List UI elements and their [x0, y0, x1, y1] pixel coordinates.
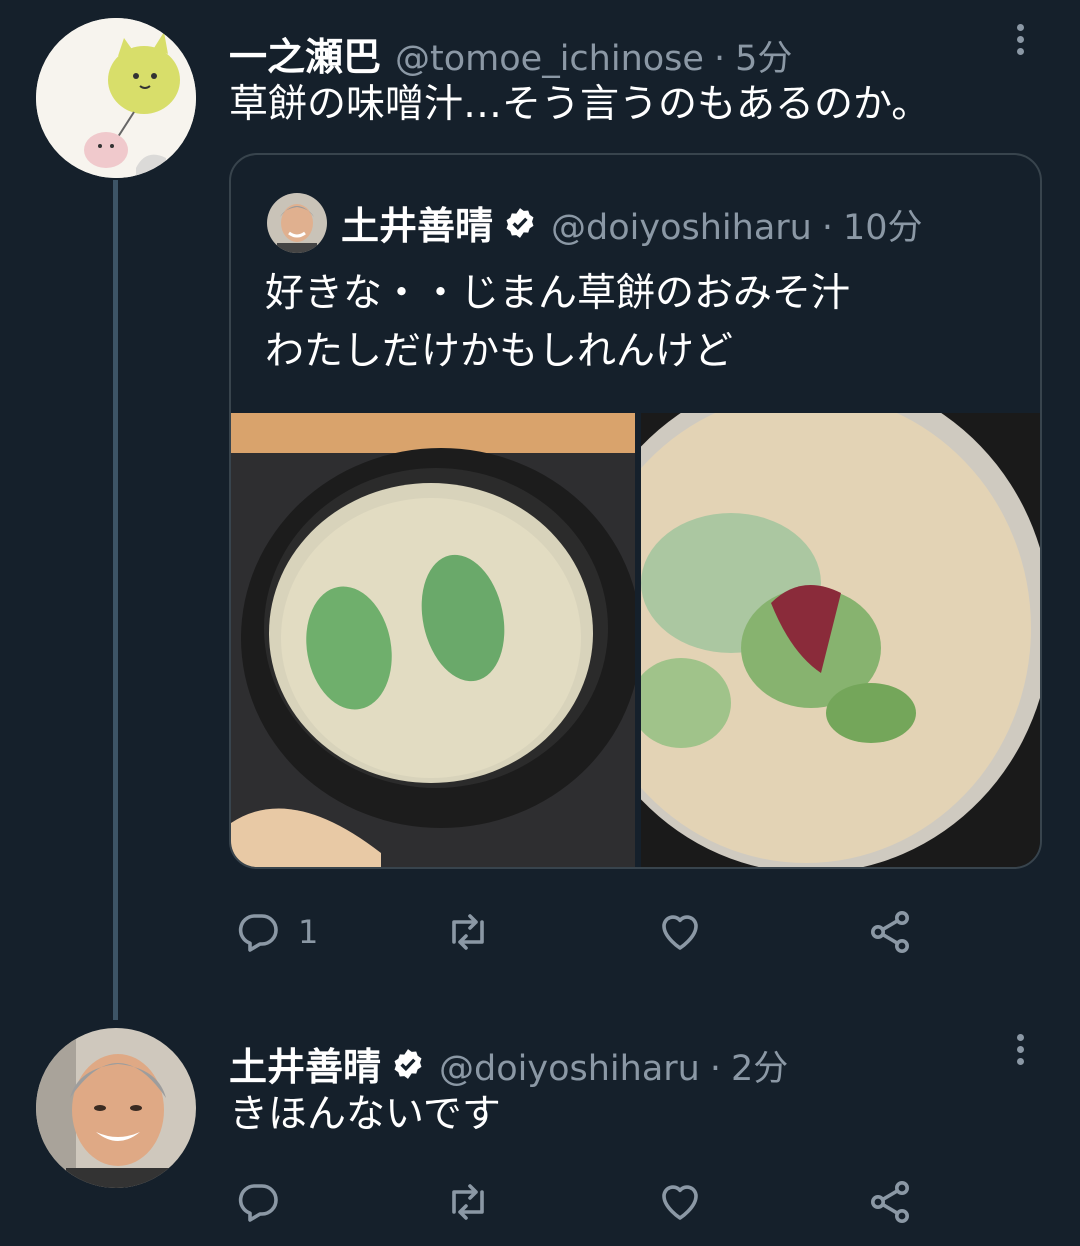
tweet-header: 土井善晴 @doiyoshiharu · 2分 — [229, 1036, 788, 1091]
quoted-text-line: わたしだけかもしれんけど — [265, 329, 734, 374]
reply-icon — [238, 1184, 278, 1222]
heart-icon — [662, 1185, 698, 1220]
verified-badge-icon — [394, 1048, 422, 1079]
timeline: 一之瀬巴 @tomoe_ichinose · 5分 草餅の味噌汁…そう言うのもあ… — [0, 0, 1080, 1246]
share-button[interactable] — [866, 1178, 914, 1226]
quoted-text: 好きな・・じまん草餅のおみそ汁 わたしだけかもしれんけど — [265, 265, 850, 381]
separator-dot: · — [709, 1049, 721, 1089]
quoted-handle[interactable]: @doiyoshiharu — [551, 208, 812, 248]
reply-button[interactable] — [234, 1178, 282, 1226]
avatar[interactable] — [36, 1028, 196, 1188]
tweet-time[interactable]: 5分 — [735, 30, 792, 81]
quoted-avatar-photo — [267, 193, 327, 253]
user-handle[interactable]: @doiyoshiharu — [439, 1049, 700, 1089]
miso-soup-photo — [231, 413, 635, 867]
share-icon — [871, 1181, 909, 1223]
avatar-photo — [36, 1028, 196, 1188]
heart-icon — [662, 915, 698, 950]
separator-dot: · — [713, 39, 726, 79]
verified-badge-icon — [506, 207, 534, 238]
avatar[interactable] — [36, 18, 196, 178]
tweet-text: きほんないです — [229, 1092, 501, 1137]
photo-right[interactable] — [640, 413, 1040, 867]
quoted-tweet[interactable]: 土井善晴 @doiyoshiharu · 10分 好きな・・じまん草餅のおみそ汁… — [229, 153, 1042, 869]
photo-left[interactable] — [231, 413, 635, 867]
share-icon — [871, 911, 909, 953]
quoted-text-line: 好きな・・じまん草餅のおみそ汁 — [265, 271, 851, 316]
separator-dot: · — [821, 208, 833, 248]
miso-soup-closeup-photo — [640, 413, 1040, 867]
reply-button[interactable]: 1 — [234, 908, 318, 956]
thread-connector-line — [113, 180, 118, 1020]
more-vertical-icon[interactable] — [1014, 24, 1026, 55]
reply-icon — [238, 914, 278, 952]
retweet-icon — [452, 1184, 484, 1220]
quoted-avatar[interactable] — [267, 193, 327, 253]
display-name[interactable]: 一之瀬巴 — [229, 26, 381, 81]
tweet-time[interactable]: 2分 — [731, 1040, 788, 1091]
user-handle[interactable]: @tomoe_ichinose — [395, 39, 704, 79]
retweet-button[interactable] — [444, 908, 492, 956]
media-grid — [231, 413, 1040, 867]
more-vertical-icon[interactable] — [1014, 1034, 1026, 1065]
tweet-header: 一之瀬巴 @tomoe_ichinose · 5分 — [229, 26, 792, 81]
share-button[interactable] — [866, 908, 914, 956]
avatar-illustration — [36, 18, 196, 178]
retweet-icon — [452, 914, 484, 950]
display-name[interactable]: 土井善晴 — [229, 1036, 381, 1091]
tweet-text: 草餅の味噌汁…そう言うのもあるのか。 — [229, 82, 931, 127]
like-button[interactable] — [656, 1178, 704, 1226]
retweet-button[interactable] — [444, 1178, 492, 1226]
reply-count: 1 — [298, 913, 319, 951]
quoted-header: 土井善晴 @doiyoshiharu · 10分 — [341, 195, 923, 250]
like-button[interactable] — [656, 908, 704, 956]
quoted-time[interactable]: 10分 — [843, 199, 923, 250]
quoted-display-name[interactable]: 土井善晴 — [341, 195, 493, 250]
